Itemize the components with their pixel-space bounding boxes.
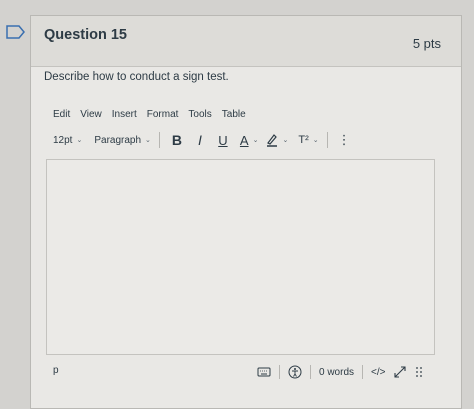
- font-size-select[interactable]: 12pt ⌄: [53, 135, 82, 146]
- question-header: Question 15 5 pts: [31, 16, 461, 67]
- accessibility-icon[interactable]: [288, 365, 302, 379]
- highlight-color-button[interactable]: ⌄: [266, 133, 288, 147]
- question-points: 5 pts: [412, 36, 441, 51]
- flag-icon[interactable]: [6, 25, 26, 39]
- chevron-down-icon: ⌄: [252, 137, 259, 144]
- menu-edit[interactable]: Edit: [53, 109, 70, 120]
- statusbar-divider: [362, 365, 364, 379]
- element-path[interactable]: p: [53, 365, 59, 376]
- word-count: 0 words: [319, 366, 355, 378]
- italic-button[interactable]: I: [194, 132, 206, 148]
- editor-toolbar: 12pt ⌄ Paragraph ⌄ B I U A ⌄ ⌄ T² ⌄ ⋮: [53, 130, 351, 150]
- highlighter-icon: [267, 134, 278, 147]
- menu-table[interactable]: Table: [222, 109, 246, 120]
- fullscreen-icon[interactable]: [393, 365, 407, 379]
- chevron-down-icon: ⌄: [282, 137, 289, 144]
- editor-statusbar: 0 words </>: [257, 362, 423, 382]
- underline-button[interactable]: U: [216, 133, 230, 148]
- html-editor-toggle[interactable]: </>: [371, 367, 385, 378]
- resize-handle-icon[interactable]: [415, 366, 423, 378]
- keyboard-icon[interactable]: [257, 366, 271, 378]
- statusbar-divider: [310, 365, 311, 379]
- toolbar-divider: [158, 132, 160, 148]
- question-title: Question 15: [44, 27, 127, 43]
- statusbar-divider: [279, 365, 280, 379]
- block-format-value: Paragraph: [94, 134, 142, 146]
- question-card: Question 15 5 pts Describe how to conduc…: [30, 15, 462, 409]
- font-size-value: 12pt: [53, 134, 73, 146]
- rich-text-editor[interactable]: [46, 159, 435, 355]
- menu-format[interactable]: Format: [147, 109, 179, 120]
- block-format-select[interactable]: Paragraph ⌄: [94, 135, 151, 146]
- superscript-button[interactable]: T² ⌄: [298, 134, 318, 146]
- question-prompt: Describe how to conduct a sign test.: [44, 71, 229, 83]
- chevron-down-icon: ⌄: [76, 137, 83, 144]
- bold-button[interactable]: B: [170, 132, 184, 148]
- menu-insert[interactable]: Insert: [112, 109, 137, 120]
- more-options-button[interactable]: ⋮: [338, 132, 351, 148]
- text-color-icon: A: [239, 132, 249, 148]
- chevron-down-icon: ⌄: [312, 137, 319, 144]
- superscript-icon: T²: [298, 134, 309, 146]
- chevron-down-icon: ⌄: [145, 137, 151, 144]
- toolbar-divider: [326, 132, 328, 148]
- editor-menubar: Edit View Insert Format Tools Table: [53, 109, 256, 120]
- text-color-button[interactable]: A ⌄: [240, 133, 259, 148]
- menu-tools[interactable]: Tools: [188, 109, 211, 120]
- menu-view[interactable]: View: [80, 109, 102, 120]
